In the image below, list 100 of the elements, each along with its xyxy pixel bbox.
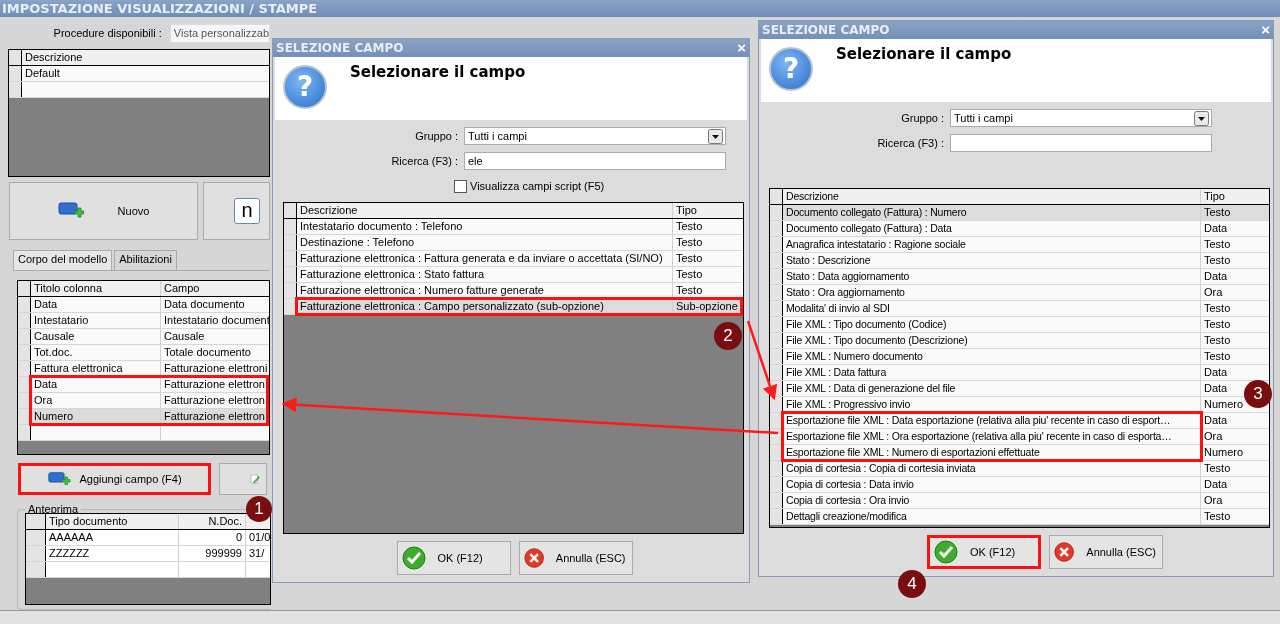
ok-button[interactable]: OK (F12) [927,535,1041,569]
table-cell: Ora [1204,430,1223,442]
table-cell: 0 [179,530,246,545]
table-cell: File XML : Data di generazione del file [786,382,956,394]
table-row[interactable]: Destinazione : Telefono Testo [284,235,743,251]
column-header: Descrizione [24,50,84,65]
table-cell-text: Data documento [163,297,246,312]
table-row[interactable]: Data Data documento [18,297,269,313]
table-row[interactable]: Documento collegato (Fattura) : Numero Testo [770,205,1269,221]
table-cell: Data [31,297,161,312]
ok-button[interactable]: OK (F12) [396,541,511,575]
table-row[interactable]: Intestatario documento : Telefono Testo [284,219,743,235]
table-row[interactable]: File XML : Tipo documento (Codice) Testo [770,317,1269,333]
table-row[interactable]: Dettagli creazione/modifica Testo [770,509,1269,525]
table-cell: Testo [1204,206,1231,218]
table-cell: File XML : Data fattura [786,366,887,378]
search-field[interactable] [950,134,1212,152]
add-icon [47,470,72,488]
table-cell: 999999 [179,546,246,561]
help-icon: ? [283,65,327,109]
table-row[interactable]: Tot.doc. Totale documento [18,345,269,361]
table-cell: Fatturazione elettronica : Stato fattura [300,268,485,280]
table-cell: Fattura elettronica [31,361,161,376]
table-cell: Anagrafica intestatario : Ragione sociale [786,238,966,250]
step-badge: 1 [246,496,272,522]
table-row[interactable]: Causale Causale [18,329,269,345]
table-cell: Modalita' di invio al SDI [786,302,890,314]
table-cell: Ora [1204,286,1223,298]
table-cell: Data [1204,478,1228,490]
table-cell: Stato : Ora aggiornamento [786,286,905,298]
tab[interactable]: Corpo del modello [13,250,113,270]
table-cell-text: Totale documento [163,345,252,360]
table-row[interactable]: Intestatario Intestatario document [18,313,269,329]
add-icon [57,201,84,221]
table-cell: Documento collegato (Fattura) : Numero [786,206,967,218]
table-row[interactable]: Esportazione file XML : Ora esportazione (relativa alla piu' recente in caso di esporta… Ora [770,429,1269,445]
table-cell: Testo [676,252,703,264]
table-row[interactable]: File XML : Tipo documento (Descrizione) Testo [770,333,1269,349]
table-cell: Esportazione file XML : Data esportazione (relativa alla piu' recente in caso di esport… [786,414,1171,426]
table-cell: Tot.doc. [31,345,161,360]
table-cell: Fatturazione elettronica : Campo personalizzato (sub-opzione) [300,300,604,312]
table-row[interactable]: Stato : Descrizione Testo [770,253,1269,269]
table-cell-text: Intestatario document [163,313,270,328]
table-cell: Data [1204,270,1228,282]
cancel-button[interactable]: Annulla (ESC) [1049,535,1163,569]
table-row[interactable]: AAAAAA 0 01/0 [26,530,271,546]
column-header: Descrizione [297,203,673,218]
edit-button[interactable] [219,463,267,495]
table-row[interactable]: Copia di cortesia : Data invio Data [770,477,1269,493]
table-cell: Copia di cortesia : Ora invio [786,494,910,506]
table-cell: Testo [1204,302,1231,314]
table-cell: Testo [676,284,703,296]
table-cell: File XML : Tipo documento (Descrizione) [786,334,968,346]
table-cell: Copia di cortesia : Copia di cortesia inviata [786,462,976,474]
table-cell: Copia di cortesia : Data invio [786,478,914,490]
table-row[interactable]: Stato : Ora aggiornamento Ora [770,285,1269,301]
table-cell: Ora [1204,494,1223,506]
cancel-button[interactable]: Annulla (ESC) [518,541,633,575]
table-cell: File XML : Numero documento [786,350,923,362]
table-row[interactable]: Default [9,66,269,82]
table-cell-text: 31/ [248,546,266,561]
table-cell-text: 01/0 [248,530,271,545]
table-row[interactable]: Fatturazione elettronica : Fattura generata e da inviare o accettata (SI/NO) Testo [284,251,743,267]
table-row[interactable]: Anagrafica intestatario : Ragione sociale Testo [770,237,1269,253]
tab[interactable]: Abilitazioni [114,250,177,270]
field-label: Gruppo : [900,112,945,124]
new-button[interactable]: Nuovo [9,182,198,240]
table-row[interactable]: Modalita' di invio al SDI Testo [770,301,1269,317]
table-row[interactable]: Copia di cortesia : Ora invio Ora [770,493,1269,509]
table-cell: File XML : Tipo documento (Codice) [786,318,947,330]
column-header: Tipo [675,203,698,218]
n-button[interactable]: n [203,182,270,240]
table-cell: Numero [1204,446,1244,458]
table-cell-text: Fatturazione elettron [163,393,266,408]
table-row[interactable]: File XML : Numero documento Testo [770,349,1269,365]
table-cell: Testo [676,236,703,248]
table-cell-text: Fatturazione elettroni [163,361,269,376]
table-cell: ZZZZZZ [46,546,179,561]
table-cell: Testo [676,268,703,280]
group-dropdown[interactable]: Tutti i campi [950,109,1212,127]
check-icon [934,540,958,564]
procedure-dropdown[interactable]: Vista personalizzab [169,23,270,43]
table-row[interactable]: Documento collegato (Fattura) : Data Data [770,221,1269,237]
table-cell: Dettagli creazione/modifica [786,510,907,522]
search-field[interactable]: ele [464,152,726,170]
table-cell: Ora [31,393,161,408]
group-dropdown[interactable]: Tutti i campi [464,127,726,145]
table-cell: Numero [31,409,161,424]
field-label: Ricerca (F3) : [876,137,945,149]
checkbox[interactable] [454,179,467,193]
table-cell: Esportazione file XML : Ora esportazione (relativa alla piu' recente in caso di esporta… [786,430,1172,442]
table-row[interactable]: Stato : Data aggiornamento Data [770,269,1269,285]
dropdown-icon [1194,110,1209,126]
table-row[interactable]: File XML : Data fattura Data [770,365,1269,381]
table-cell: Testo [1204,510,1231,522]
table-row[interactable]: ZZZZZZ 999999 31/ [26,546,271,562]
table-row[interactable]: Ora Fatturazione elettron [18,393,269,409]
add-field-button[interactable]: Aggiungi campo (F4) [18,463,211,495]
table-cell: Testo [1204,254,1231,266]
table-row[interactable]: Fatturazione elettronica : Stato fattura Testo [284,267,743,283]
